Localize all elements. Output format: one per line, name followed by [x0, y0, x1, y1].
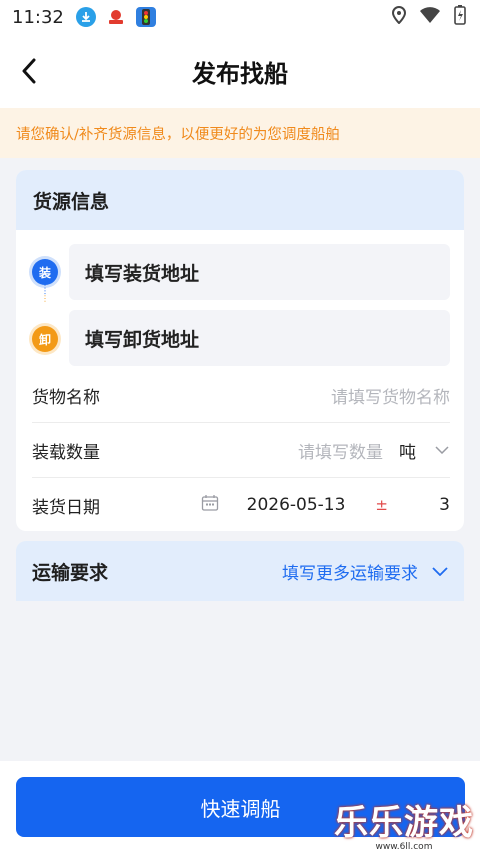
chevron-down-icon[interactable] [434, 442, 450, 458]
traffic-light-icon [135, 7, 156, 27]
goods-name-label: 货物名称 [32, 387, 100, 408]
quantity-row: 装载数量 请填写数量 吨 [32, 423, 450, 477]
notice-banner: 请您确认/补齐货源信息，以便更好的为您调度船舶 [0, 108, 480, 158]
transport-card-title: 运输要求 [32, 561, 109, 584]
chevron-left-icon [22, 58, 36, 84]
date-picker[interactable]: 2026-05-13 ± 3 [201, 494, 450, 517]
date-range-days[interactable]: 3 [438, 495, 450, 515]
battery-icon [454, 5, 466, 29]
quantity-label: 装载数量 [32, 442, 100, 463]
unload-address-field[interactable]: 填写卸货地址 [69, 310, 450, 366]
location-icon [391, 5, 407, 28]
back-button[interactable] [14, 54, 44, 88]
calendar-icon[interactable] [201, 494, 219, 517]
transport-requirements-card[interactable]: 运输要求 填写更多运输要求 [16, 541, 464, 601]
page-title: 发布找船 [192, 59, 288, 88]
watermark: 乐乐游戏 www.6ll.com [334, 804, 474, 852]
load-date-value[interactable]: 2026-05-13 [247, 495, 346, 515]
load-date-label: 装货日期 [32, 497, 100, 518]
wifi-icon [420, 7, 440, 27]
cargo-card-title: 货源信息 [16, 170, 464, 230]
nav-bar: 发布找船 [0, 34, 480, 108]
chevron-down-icon [432, 563, 448, 579]
unit-select[interactable]: 吨 [399, 438, 416, 463]
more-requirements-link[interactable]: 填写更多运输要求 [282, 559, 448, 584]
watermark-url: www.6ll.com [334, 842, 474, 852]
unload-badge: 卸 [32, 326, 58, 352]
goods-name-input[interactable]: 请填写货物名称 [331, 383, 450, 408]
watermark-text: 乐乐游戏 [334, 803, 474, 843]
more-requirements-label: 填写更多运输要求 [282, 563, 418, 584]
goods-name-row[interactable]: 货物名称 请填写货物名称 [32, 368, 450, 422]
route-connector [44, 282, 46, 302]
quantity-input[interactable]: 请填写数量 [298, 438, 383, 463]
status-time: 11:32 [12, 6, 64, 28]
download-icon [75, 7, 96, 27]
plus-minus-symbol: ± [375, 496, 388, 514]
app-icon [105, 7, 126, 27]
cargo-info-card: 货源信息 装 卸 填写装货地址 填写卸货地址 货物名称 请填写货物名称 装载数量… [16, 170, 464, 531]
load-address-field[interactable]: 填写装货地址 [69, 244, 450, 300]
load-date-row: 装货日期 2026-05-13 ± 3 [32, 478, 450, 531]
status-bar: 11:32 [0, 0, 480, 34]
